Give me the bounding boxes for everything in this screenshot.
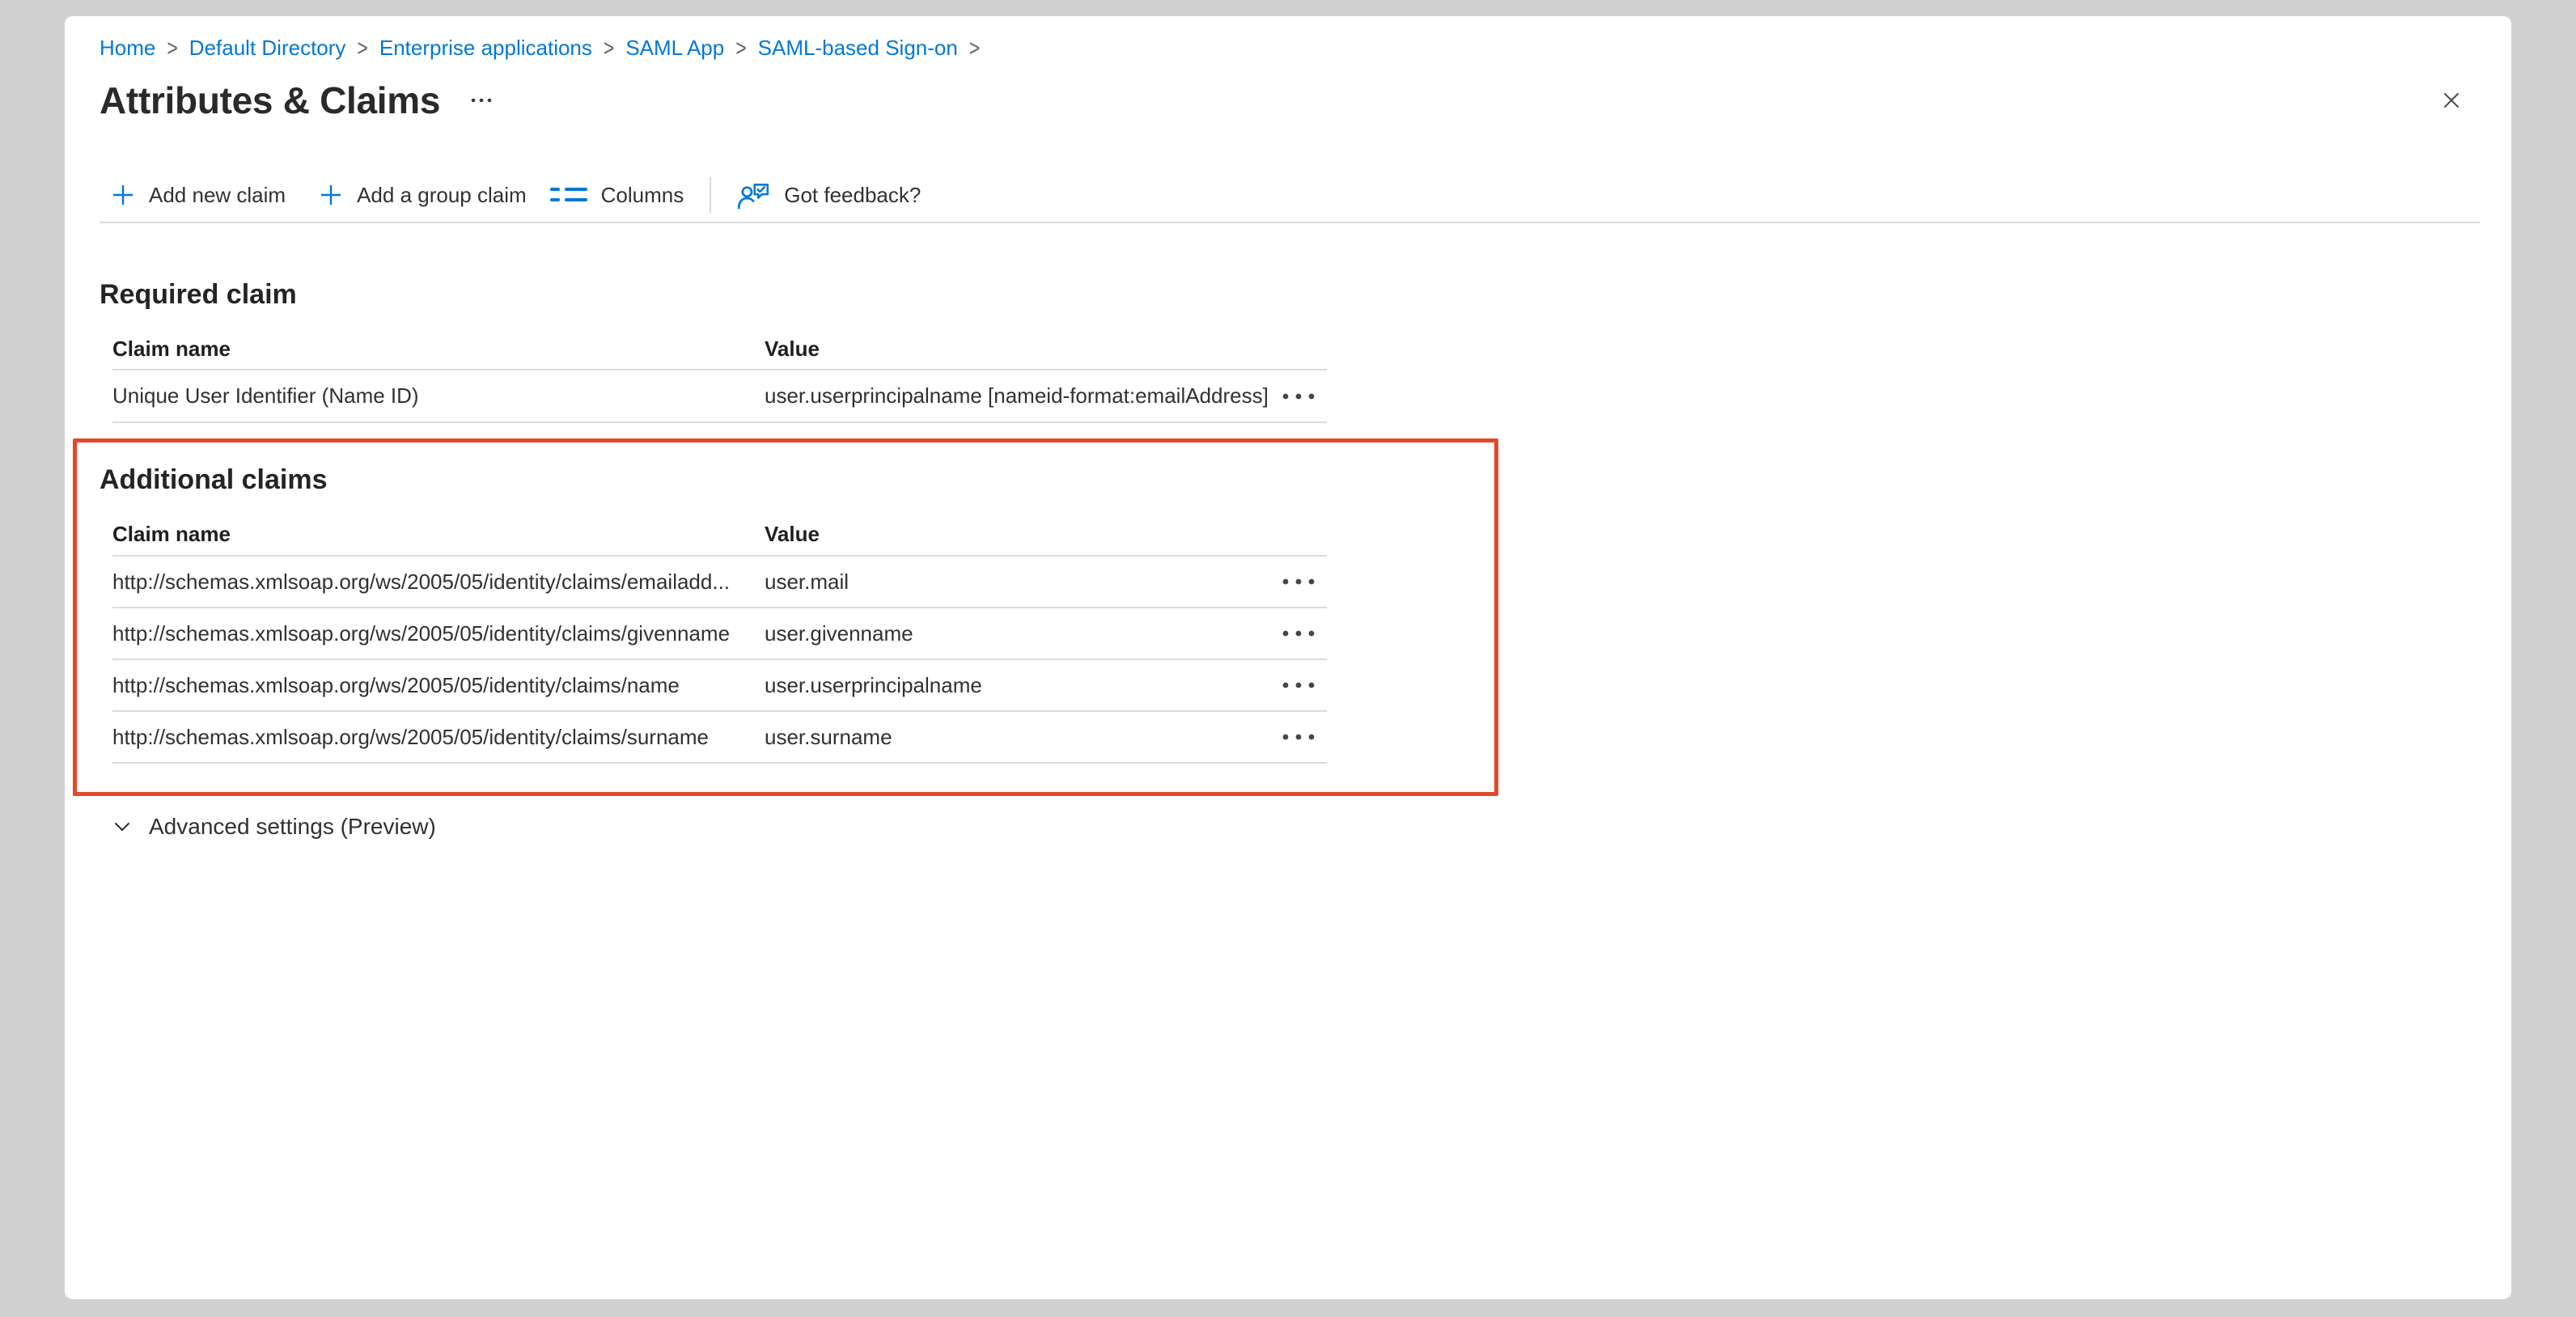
ellipsis-icon bbox=[471, 98, 492, 103]
page-background: Home > Default Directory > Enterprise ap… bbox=[0, 0, 2576, 1317]
add-group-claim-label: Add a group claim bbox=[357, 183, 527, 208]
required-claim-table-header: Claim name Value bbox=[112, 328, 1327, 371]
ellipsis-icon bbox=[1282, 393, 1315, 400]
chevron-down-icon bbox=[110, 815, 134, 839]
got-feedback-label: Got feedback? bbox=[784, 183, 921, 208]
column-header-value: Value bbox=[765, 337, 1270, 362]
ellipsis-icon bbox=[1282, 578, 1315, 585]
ellipsis-icon bbox=[1282, 734, 1315, 740]
claim-name-cell: Unique User Identifier (Name ID) bbox=[112, 383, 765, 409]
close-button[interactable] bbox=[2432, 81, 2471, 120]
feedback-icon bbox=[735, 178, 771, 212]
add-new-claim-label: Add new claim bbox=[149, 183, 286, 208]
breadcrumb-link-saml-app[interactable]: SAML App bbox=[625, 36, 724, 61]
additional-claims-table-header: Claim name Value bbox=[112, 514, 1327, 557]
table-row: http://schemas.xmlsoap.org/ws/2005/05/id… bbox=[112, 712, 1327, 764]
attributes-claims-panel: Home > Default Directory > Enterprise ap… bbox=[65, 16, 2511, 1299]
claim-name-cell: http://schemas.xmlsoap.org/ws/2005/05/id… bbox=[112, 725, 765, 750]
table-row: http://schemas.xmlsoap.org/ws/2005/05/id… bbox=[112, 557, 1327, 608]
add-group-claim-button[interactable]: Add a group claim bbox=[318, 182, 527, 208]
claim-value-cell: user.userprincipalname [nameid-format:em… bbox=[765, 383, 1270, 409]
breadcrumb-separator-icon: > bbox=[735, 34, 746, 61]
plus-icon bbox=[110, 182, 136, 208]
column-header-claim-name: Claim name bbox=[112, 337, 765, 362]
breadcrumb-separator-icon: > bbox=[357, 34, 367, 61]
toolbar-divider bbox=[710, 177, 711, 213]
ellipsis-icon bbox=[1282, 682, 1315, 688]
command-bar: Add new claim Add a group claim Columns bbox=[110, 176, 921, 214]
title-more-options-button[interactable] bbox=[464, 87, 499, 113]
column-header-value: Value bbox=[765, 522, 1270, 547]
table-row: http://schemas.xmlsoap.org/ws/2005/05/id… bbox=[112, 608, 1327, 660]
table-row: Unique User Identifier (Name ID) user.us… bbox=[112, 371, 1327, 423]
breadcrumb-link-enterprise-applications[interactable]: Enterprise applications bbox=[379, 36, 592, 61]
required-claim-heading: Required claim bbox=[100, 277, 297, 312]
additional-claims-table: Claim name Value http://schemas.xmlsoap.… bbox=[112, 514, 1327, 764]
claim-value-cell: user.userprincipalname bbox=[765, 673, 1270, 698]
claim-value-cell: user.surname bbox=[765, 725, 1270, 750]
page-title: Attributes & Claims bbox=[100, 78, 440, 123]
breadcrumb-link-default-directory[interactable]: Default Directory bbox=[189, 36, 346, 61]
breadcrumb-separator-icon: > bbox=[167, 34, 177, 61]
row-more-options-button[interactable] bbox=[1279, 729, 1318, 745]
breadcrumb-link-saml-based-sign-on[interactable]: SAML-based Sign-on bbox=[758, 36, 958, 61]
row-more-options-button[interactable] bbox=[1279, 625, 1318, 642]
got-feedback-button[interactable]: Got feedback? bbox=[735, 178, 921, 212]
table-row: http://schemas.xmlsoap.org/ws/2005/05/id… bbox=[112, 660, 1327, 712]
close-icon bbox=[2439, 88, 2464, 112]
claim-name-cell: http://schemas.xmlsoap.org/ws/2005/05/id… bbox=[112, 673, 765, 698]
breadcrumb: Home > Default Directory > Enterprise ap… bbox=[100, 34, 991, 61]
breadcrumb-link-home[interactable]: Home bbox=[100, 36, 155, 61]
claim-name-cell: http://schemas.xmlsoap.org/ws/2005/05/id… bbox=[112, 570, 765, 595]
columns-label: Columns bbox=[601, 183, 684, 208]
advanced-settings-label: Advanced settings (Preview) bbox=[149, 814, 436, 840]
breadcrumb-separator-icon: > bbox=[969, 34, 980, 61]
breadcrumb-separator-icon: > bbox=[604, 34, 614, 61]
claim-value-cell: user.mail bbox=[765, 570, 1270, 595]
columns-button[interactable]: Columns bbox=[549, 181, 684, 209]
add-new-claim-button[interactable]: Add new claim bbox=[110, 182, 286, 208]
required-claim-table: Claim name Value Unique User Identifier … bbox=[112, 328, 1327, 423]
row-more-options-button[interactable] bbox=[1279, 388, 1318, 404]
column-header-claim-name: Claim name bbox=[112, 522, 765, 547]
columns-icon bbox=[549, 181, 588, 209]
row-more-options-button[interactable] bbox=[1279, 574, 1318, 590]
ellipsis-icon bbox=[1282, 630, 1315, 637]
claim-name-cell: http://schemas.xmlsoap.org/ws/2005/05/id… bbox=[112, 621, 765, 646]
row-more-options-button[interactable] bbox=[1279, 677, 1318, 693]
additional-claims-heading: Additional claims bbox=[100, 462, 328, 498]
claim-value-cell: user.givenname bbox=[765, 621, 1270, 646]
toolbar-rule bbox=[100, 222, 2480, 223]
advanced-settings-toggle[interactable]: Advanced settings (Preview) bbox=[110, 809, 436, 845]
plus-icon bbox=[318, 182, 344, 208]
